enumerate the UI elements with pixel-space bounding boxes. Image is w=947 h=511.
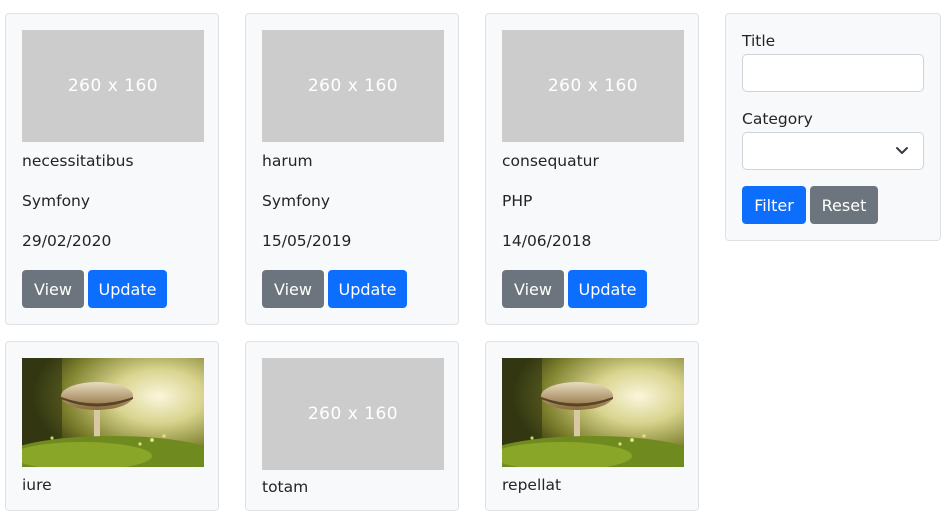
card-category: Symfony — [22, 192, 91, 210]
post-card: 260 x 160 harum Symfony 15/05/2019 View … — [245, 13, 459, 325]
title-input[interactable] — [742, 54, 924, 92]
mushroom-photo — [502, 358, 684, 467]
image-placeholder: 260 x 160 — [262, 358, 444, 470]
card-title: totam — [262, 478, 309, 496]
category-select[interactable] — [742, 132, 924, 170]
mushroom-photo — [22, 358, 204, 467]
post-card: repellat — [485, 341, 699, 511]
card-title: necessitatibus — [22, 152, 134, 170]
card-date: 29/02/2020 — [22, 232, 112, 250]
card-title: iure — [22, 476, 52, 494]
card-date: 15/05/2019 — [262, 232, 352, 250]
card-title: consequatur — [502, 152, 599, 170]
post-card: iure — [5, 341, 219, 511]
update-button[interactable]: Update — [568, 270, 647, 308]
card-category: Symfony — [262, 192, 331, 210]
post-card: 260 x 160 necessitatibus Symfony 29/02/2… — [5, 13, 219, 325]
update-button[interactable]: Update — [88, 270, 167, 308]
image-placeholder: 260 x 160 — [502, 30, 684, 142]
view-button[interactable]: View — [262, 270, 324, 308]
image-placeholder: 260 x 160 — [22, 30, 204, 142]
card-title: repellat — [502, 476, 562, 494]
post-card: 260 x 160 consequatur PHP 14/06/2018 Vie… — [485, 13, 699, 325]
category-label: Category — [742, 110, 813, 128]
card-date: 14/06/2018 — [502, 232, 592, 250]
view-button[interactable]: View — [502, 270, 564, 308]
view-button[interactable]: View — [22, 270, 84, 308]
card-title: harum — [262, 152, 313, 170]
filter-button[interactable]: Filter — [742, 186, 806, 224]
filter-panel: Title Category Filter Reset — [725, 13, 941, 241]
reset-button[interactable]: Reset — [810, 186, 878, 224]
post-card: 260 x 160 totam — [245, 341, 459, 511]
image-placeholder: 260 x 160 — [262, 30, 444, 142]
chevron-down-icon — [896, 147, 908, 154]
title-label: Title — [742, 32, 776, 50]
card-category: PHP — [502, 192, 533, 210]
update-button[interactable]: Update — [328, 270, 407, 308]
